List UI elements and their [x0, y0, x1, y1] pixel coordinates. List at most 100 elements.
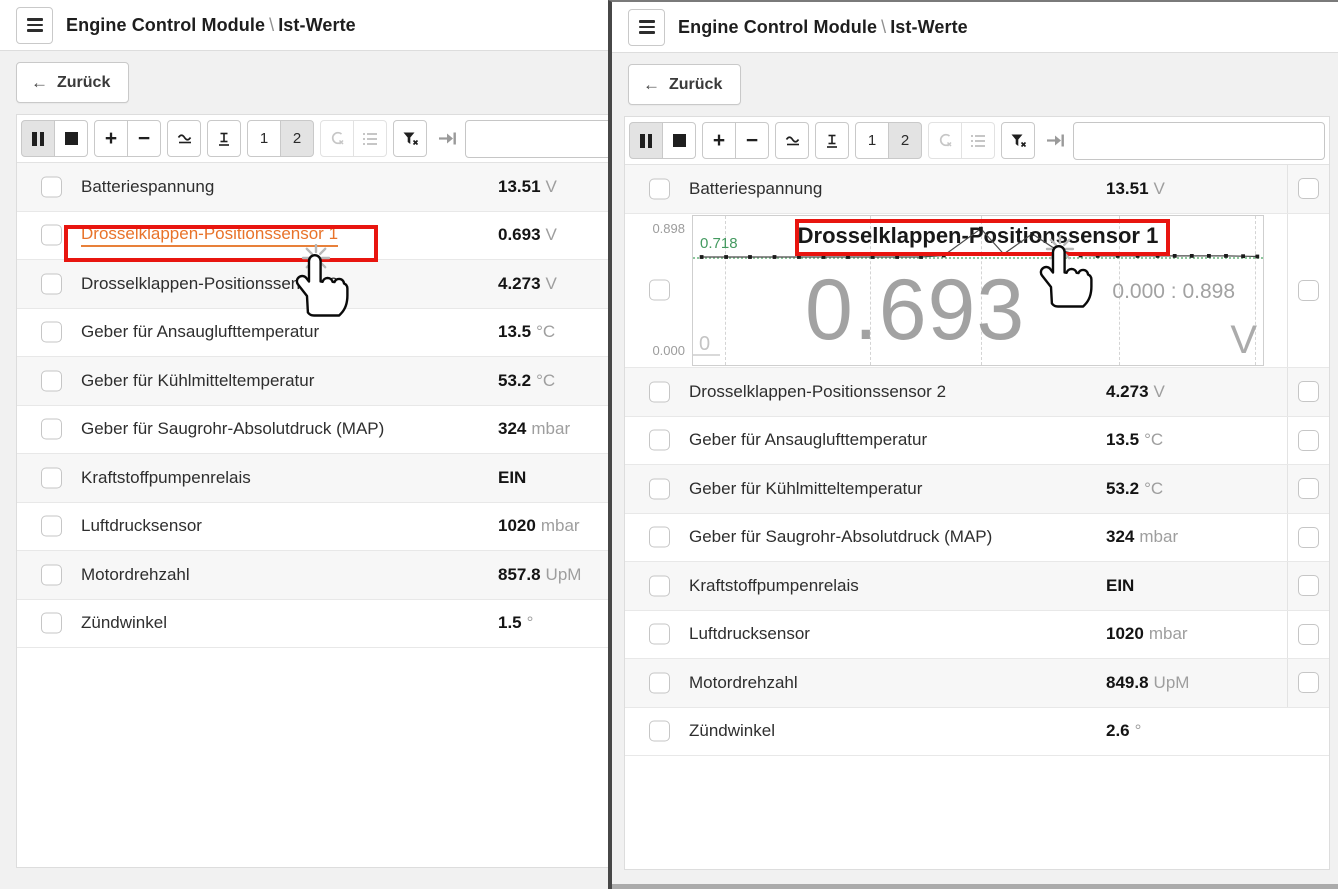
- back-button[interactable]: ←Zurück: [16, 62, 129, 103]
- minus-icon: −: [138, 128, 150, 149]
- row-checkbox[interactable]: [649, 430, 670, 451]
- graph-checkbox[interactable]: [1298, 672, 1319, 693]
- sub-header: ←Zurück: [0, 51, 608, 114]
- sub-header: ←Zurück: [612, 53, 1338, 116]
- row-checkbox[interactable]: [649, 721, 670, 742]
- graph-select-cell: [1287, 368, 1329, 416]
- graph-checkbox[interactable]: [1298, 430, 1319, 451]
- goto-end-button[interactable]: [433, 120, 461, 157]
- row-checkbox[interactable]: [649, 575, 670, 596]
- graph-checkbox[interactable]: [1298, 381, 1319, 402]
- table-row[interactable]: Batteriespannung13.51V: [17, 163, 608, 212]
- row-checkbox[interactable]: [41, 467, 62, 488]
- two-graphs-button[interactable]: 2: [280, 120, 314, 157]
- row-checkbox[interactable]: [649, 672, 670, 693]
- page-title: Engine Control Module\Ist-Werte: [678, 17, 968, 38]
- table-row[interactable]: Motordrehzahl857.8UpM: [17, 551, 608, 600]
- clear-graphs-icon: [937, 132, 954, 149]
- table-row[interactable]: Geber für Saugrohr-Absolutdruck (MAP)324…: [625, 514, 1329, 563]
- graph-checkbox[interactable]: [1298, 178, 1319, 199]
- param-value: 1.5°: [498, 613, 533, 633]
- row-checkbox[interactable]: [649, 280, 670, 301]
- autoscale-icon: [824, 133, 840, 149]
- row-checkbox[interactable]: [41, 176, 62, 197]
- one-graph-button[interactable]: 1: [855, 122, 889, 159]
- table-row[interactable]: Geber für Kühlmitteltemperatur53.2°C: [17, 357, 608, 406]
- table-row[interactable]: Drosselklappen-Positionssensor 24.273V: [625, 368, 1329, 417]
- pause-button[interactable]: [629, 122, 663, 159]
- remove-filter-button[interactable]: [393, 120, 427, 157]
- param-value: 2.6°: [1106, 721, 1141, 741]
- param-value: 1020mbar: [1106, 624, 1188, 644]
- graph-checkbox[interactable]: [1298, 478, 1319, 499]
- menu-button[interactable]: [16, 7, 53, 44]
- click-hand-cursor: [1024, 235, 1094, 317]
- plus-icon: +: [713, 130, 725, 151]
- param-value: EIN: [1106, 576, 1139, 596]
- values-card: + − 1 2: [624, 116, 1330, 870]
- row-checkbox[interactable]: [41, 419, 62, 440]
- param-value: 324mbar: [498, 419, 570, 439]
- table-row[interactable]: KraftstoffpumpenrelaisEIN: [17, 454, 608, 503]
- zoom-out-button[interactable]: −: [127, 120, 161, 157]
- remove-filter-button[interactable]: [1001, 122, 1035, 159]
- filter-input[interactable]: [1073, 122, 1325, 160]
- param-name: Zündwinkel: [689, 721, 775, 741]
- row-checkbox[interactable]: [41, 273, 62, 294]
- row-checkbox[interactable]: [41, 370, 62, 391]
- table-row[interactable]: KraftstoffpumpenrelaisEIN: [625, 562, 1329, 611]
- graph-checkbox[interactable]: [1298, 575, 1319, 596]
- param-name: Geber für Saugrohr-Absolutdruck (MAP): [81, 419, 384, 439]
- table-row[interactable]: Luftdrucksensor1020mbar: [625, 611, 1329, 660]
- screenshot-bottom-edge: [612, 884, 1338, 889]
- row-checkbox[interactable]: [649, 527, 670, 548]
- two-graphs-button[interactable]: 2: [888, 122, 922, 159]
- zoom-in-button[interactable]: +: [94, 120, 128, 157]
- param-value: 13.51V: [498, 177, 557, 197]
- row-checkbox[interactable]: [649, 381, 670, 402]
- row-checkbox[interactable]: [41, 322, 62, 343]
- graph-checkbox[interactable]: [1298, 527, 1319, 548]
- graph-checkbox[interactable]: [1298, 280, 1319, 301]
- autoscale-button[interactable]: [207, 120, 241, 157]
- menu-button[interactable]: [628, 9, 665, 46]
- toolbar: + − 1 2: [17, 115, 608, 163]
- filter-input[interactable]: [465, 120, 608, 158]
- table-row[interactable]: Zündwinkel1.5°: [17, 600, 608, 649]
- row-checkbox[interactable]: [649, 178, 670, 199]
- graph-select-cell: [1287, 214, 1329, 368]
- row-checkbox[interactable]: [649, 478, 670, 499]
- table-row[interactable]: Geber für Ansauglufttemperatur13.5°C: [625, 417, 1329, 466]
- table-row[interactable]: Zündwinkel 2.6°: [625, 708, 1329, 757]
- stop-button[interactable]: [662, 122, 696, 159]
- autoscale-button[interactable]: [815, 122, 849, 159]
- table-row[interactable]: Geber für Kühlmitteltemperatur53.2°C: [625, 465, 1329, 514]
- back-button[interactable]: ←Zurück: [628, 64, 741, 105]
- chart-y-min: 0.000: [625, 343, 685, 358]
- curve-mode-button[interactable]: [167, 120, 201, 157]
- zoom-in-button[interactable]: +: [702, 122, 736, 159]
- pause-icon: [32, 132, 44, 146]
- zoom-out-button[interactable]: −: [735, 122, 769, 159]
- curve-mode-button[interactable]: [775, 122, 809, 159]
- chart-row[interactable]: 0.898 0.000 0.718 Drosselklappen-Positio…: [625, 214, 1329, 369]
- row-checkbox[interactable]: [41, 613, 62, 634]
- row-checkbox[interactable]: [649, 624, 670, 645]
- minus-icon: −: [746, 130, 758, 151]
- param-value: 857.8UpM: [498, 565, 581, 585]
- table-row[interactable]: Geber für Saugrohr-Absolutdruck (MAP) 324…: [17, 406, 608, 455]
- one-graph-button[interactable]: 1: [247, 120, 281, 157]
- param-name: Drosselklappen-Positionssensor 2: [689, 382, 946, 402]
- row-checkbox[interactable]: [41, 564, 62, 585]
- stop-button[interactable]: [54, 120, 88, 157]
- row-checkbox[interactable]: [41, 516, 62, 537]
- param-name: Geber für Saugrohr-Absolutdruck (MAP): [689, 527, 992, 547]
- graph-checkbox[interactable]: [1298, 624, 1319, 645]
- goto-end-button[interactable]: [1041, 122, 1069, 159]
- row-checkbox[interactable]: [41, 225, 62, 246]
- table-row[interactable]: Motordrehzahl849.8UpM: [625, 659, 1329, 708]
- table-row[interactable]: Batteriespannung13.51V: [625, 165, 1329, 214]
- pause-button[interactable]: [21, 120, 55, 157]
- table-row[interactable]: Luftdrucksensor1020mbar: [17, 503, 608, 552]
- graph-select-cell: [1287, 611, 1329, 659]
